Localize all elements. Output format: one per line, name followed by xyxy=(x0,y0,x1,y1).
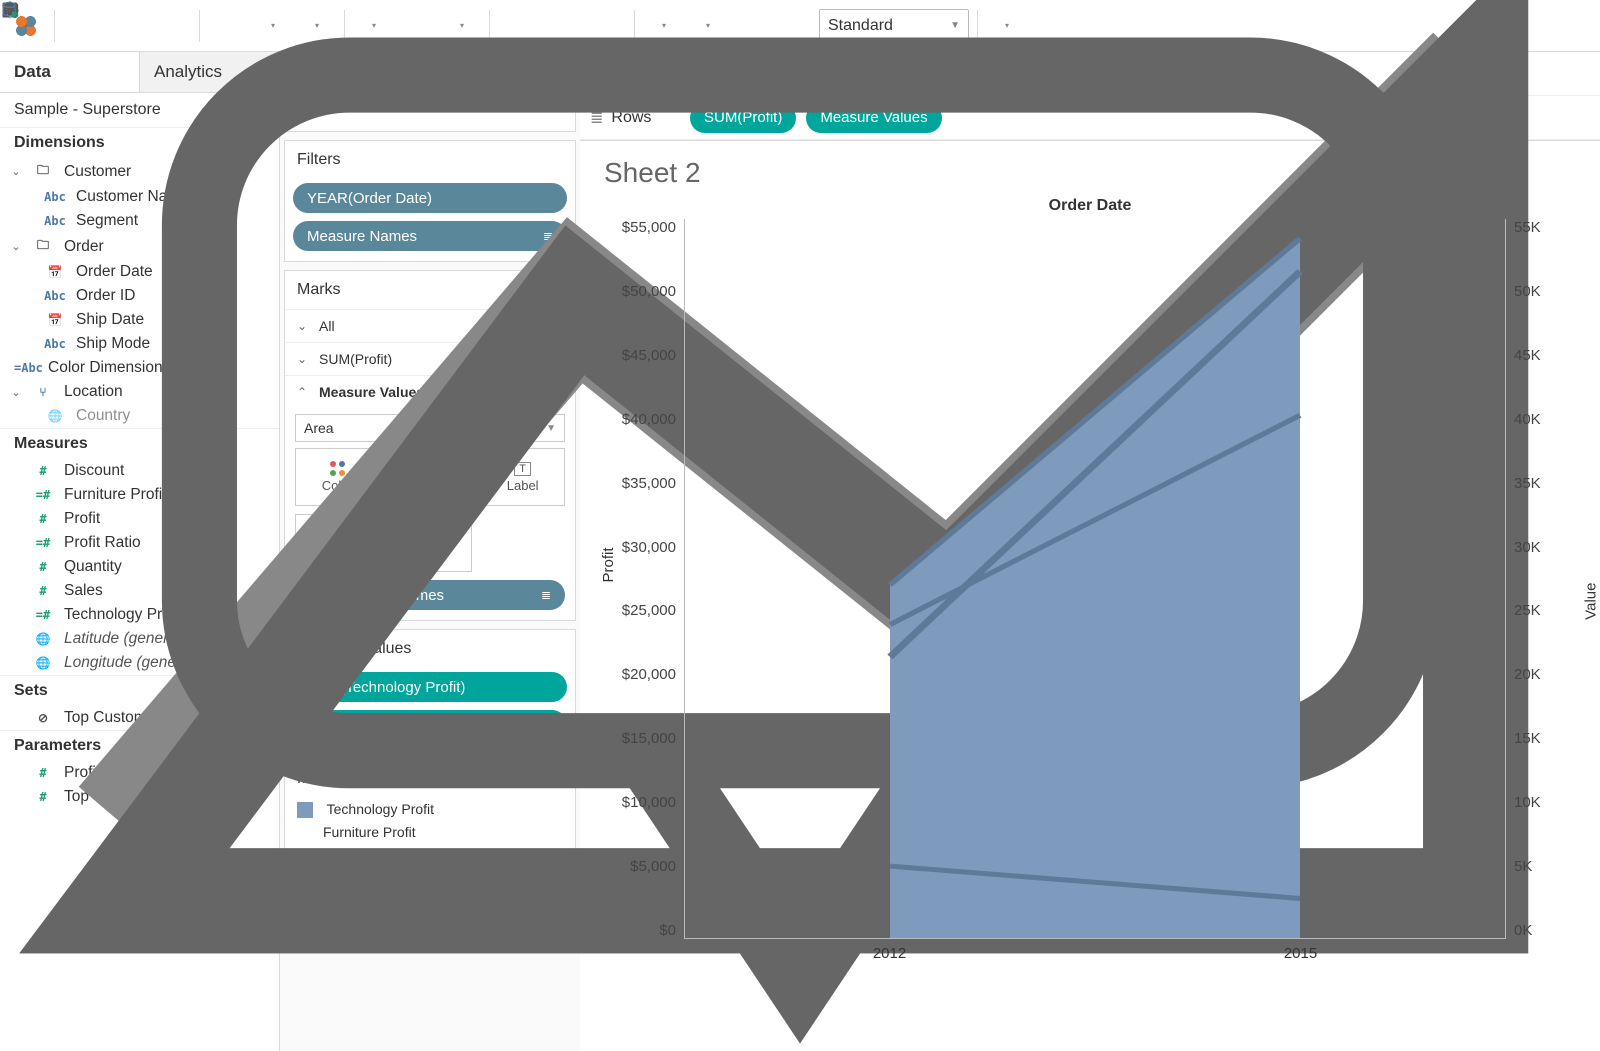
x-axis-title: Order Date xyxy=(604,197,1576,215)
plot-area[interactable] xyxy=(684,219,1506,939)
sheet-title[interactable]: Sheet 2 xyxy=(604,157,1576,189)
main-viz-column: ⦙⦙⦙Columns ⊞ YEAR(Order Date) ≣Rows SUM(… xyxy=(580,52,1600,1051)
x-axis: 2012 2015 xyxy=(684,939,1506,962)
marks-card: Marks ⌄ All ⌄ SUM(Profit) ⌃ Measure Valu… xyxy=(284,270,576,621)
y-right-label: Value xyxy=(1582,582,1599,619)
viz-canvas[interactable]: Sheet 2 Order Date Profit Value $55,000$… xyxy=(580,141,1600,1051)
area-technology-profit xyxy=(890,238,1300,938)
cards-column: Pages Filters YEAR(Order Date) Measure N… xyxy=(280,52,580,1051)
y-left-label: Profit xyxy=(600,547,617,582)
y-axis-right: 55K50K 45K40K 35K30K 25K20K 15K10K 5K0K xyxy=(1506,219,1576,939)
marks-tooltip-button[interactable]: Tooltip xyxy=(388,514,473,572)
